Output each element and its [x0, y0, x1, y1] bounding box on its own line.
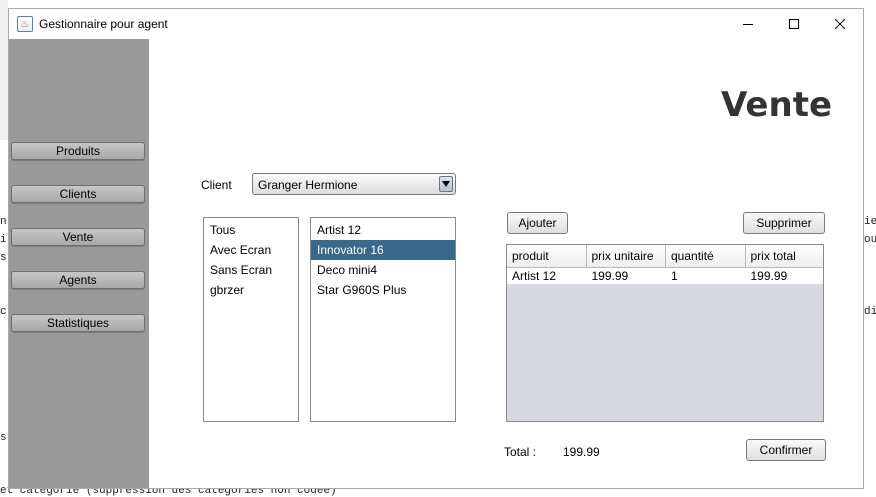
- total-label: Total :: [504, 445, 537, 459]
- close-icon: [835, 19, 845, 29]
- title-bar[interactable]: ♨ Gestionnaire pour agent: [9, 9, 863, 39]
- background-text: ou: [864, 234, 876, 246]
- sidebar-item-vente[interactable]: Vente: [11, 228, 145, 246]
- sidebar: Produits Clients Vente Agents Statistiqu…: [9, 39, 149, 488]
- app-window: ♨ Gestionnaire pour agent Produits Clien…: [8, 8, 864, 489]
- category-item[interactable]: Sans Ecran: [204, 260, 298, 280]
- background-text: ie: [864, 216, 876, 228]
- minimize-button[interactable]: [725, 9, 771, 39]
- cart-table[interactable]: produit prix unitaire quantité prix tota…: [506, 244, 824, 422]
- background-text: n: [0, 216, 7, 228]
- product-item[interactable]: Star G960S Plus: [311, 280, 455, 300]
- background-toolbar-strip: [0, 0, 8, 140]
- sidebar-item-produits[interactable]: Produits: [11, 142, 145, 160]
- confirm-button[interactable]: Confirmer: [746, 439, 826, 461]
- product-item-selected[interactable]: Innovator 16: [311, 240, 455, 260]
- minimize-icon: [743, 24, 753, 25]
- client-combobox[interactable]: Granger Hermione: [252, 173, 456, 195]
- remove-button[interactable]: Supprimer: [743, 212, 825, 234]
- background-text: di: [864, 306, 876, 318]
- client-combobox-value: Granger Hermione: [258, 178, 358, 192]
- product-list[interactable]: Artist 12 Innovator 16 Deco mini4 Star G…: [310, 217, 456, 422]
- background-text: s: [0, 432, 7, 444]
- table-cell: Artist 12: [512, 269, 557, 283]
- client-label: Client: [201, 178, 232, 192]
- total-value: 199.99: [563, 445, 600, 459]
- table-row[interactable]: Artist 12 199.99 1 199.99: [507, 268, 823, 284]
- column-header-prix-unitaire[interactable]: prix unitaire: [587, 245, 666, 267]
- background-text: i: [0, 234, 7, 246]
- background-text: s: [0, 252, 7, 264]
- maximize-button[interactable]: [771, 9, 817, 39]
- sidebar-item-agents[interactable]: Agents: [11, 271, 145, 289]
- category-item[interactable]: gbrzer: [204, 280, 298, 300]
- close-button[interactable]: [817, 9, 863, 39]
- add-button[interactable]: Ajouter: [507, 212, 568, 234]
- column-header-prix-total[interactable]: prix total: [746, 245, 824, 267]
- table-header: produit prix unitaire quantité prix tota…: [507, 245, 823, 268]
- sidebar-item-statistiques[interactable]: Statistiques: [11, 314, 145, 332]
- page-title: Vente: [720, 85, 832, 125]
- table-cell: 199.99: [750, 269, 788, 283]
- table-cell: 1: [671, 269, 678, 283]
- java-cup-icon: ♨: [17, 16, 33, 32]
- category-item[interactable]: Avec Ecran: [204, 240, 298, 260]
- column-header-quantite[interactable]: quantité: [666, 245, 746, 267]
- window-title: Gestionnaire pour agent: [39, 17, 168, 31]
- category-item[interactable]: Tous: [204, 220, 298, 240]
- column-header-produit[interactable]: produit: [507, 245, 587, 267]
- product-item[interactable]: Artist 12: [311, 220, 455, 240]
- main-panel: Vente Client Granger Hermione Tous Avec …: [149, 39, 863, 488]
- category-list[interactable]: Tous Avec Ecran Sans Ecran gbrzer: [203, 217, 299, 422]
- maximize-icon: [789, 19, 799, 29]
- window-controls: [725, 9, 863, 39]
- chevron-down-icon[interactable]: [439, 176, 453, 192]
- table-cell: 199.99: [591, 269, 629, 283]
- background-text: c: [0, 306, 7, 318]
- product-item[interactable]: Deco mini4: [311, 260, 455, 280]
- sidebar-item-clients[interactable]: Clients: [11, 185, 145, 203]
